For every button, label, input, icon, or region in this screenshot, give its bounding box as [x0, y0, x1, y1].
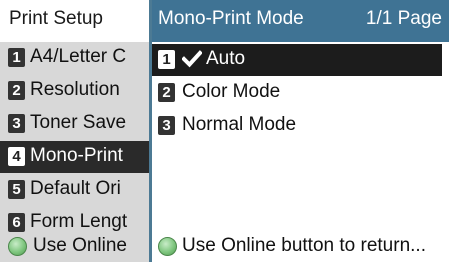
menu-item-label: Toner Save: [30, 112, 127, 133]
right-footer-text: Use Online button to return...: [182, 235, 426, 256]
mono-print-title: Mono-Print Mode: [158, 8, 304, 29]
option-number-badge: 3: [158, 116, 175, 135]
menu-item-label: Resolution: [30, 79, 120, 100]
print-setup-title: Print Setup: [9, 8, 103, 29]
left-footer-hint: Use Online: [0, 233, 149, 262]
menu-item-mono-print[interactable]: 4 Mono-Print: [0, 141, 149, 173]
print-setup-menu: Print Setup 1 A4/Letter C 2 Resolution 3…: [0, 0, 149, 262]
menu-item-label: Form Lengt: [30, 211, 128, 232]
item-number-badge: 3: [8, 114, 25, 133]
mono-print-mode-menu: Mono-Print Mode 1/1 Page 1 Auto 2 Color …: [152, 0, 449, 262]
online-button-icon: [158, 237, 177, 256]
menu-item-toner-save[interactable]: 3 Toner Save: [0, 108, 149, 140]
option-auto[interactable]: 1 Auto: [152, 44, 442, 76]
item-number-badge: 2: [8, 81, 25, 100]
option-label: Color Mode: [182, 81, 281, 102]
menu-item-default-orientation[interactable]: 5 Default Ori: [0, 174, 149, 206]
menu-item-a4-letter[interactable]: 1 A4/Letter C: [0, 42, 149, 74]
menu-item-label: A4/Letter C: [30, 46, 127, 67]
item-number-badge: 6: [8, 213, 25, 232]
option-number-badge: 1: [158, 50, 175, 69]
option-label: Normal Mode: [182, 114, 297, 135]
online-button-icon: [8, 237, 27, 256]
item-number-badge: 5: [8, 180, 25, 199]
printer-panel-screen: Print Setup 1 A4/Letter C 2 Resolution 3…: [0, 0, 449, 262]
option-label: Auto: [206, 48, 246, 69]
menu-item-label: Mono-Print: [30, 145, 123, 166]
item-number-badge: 1: [8, 48, 25, 67]
left-footer-text: Use Online: [33, 235, 127, 256]
check-icon: [182, 50, 202, 68]
menu-item-resolution[interactable]: 2 Resolution: [0, 75, 149, 107]
menu-item-label: Default Ori: [30, 178, 121, 199]
right-footer-hint: Use Online button to return...: [152, 233, 449, 262]
page-indicator: 1/1 Page: [365, 8, 442, 29]
print-setup-title-bar: Print Setup: [0, 0, 149, 42]
option-normal-mode[interactable]: 3 Normal Mode: [152, 110, 442, 142]
mono-print-title-bar: Mono-Print Mode 1/1 Page: [152, 0, 449, 42]
item-number-badge: 4: [8, 147, 25, 166]
option-color-mode[interactable]: 2 Color Mode: [152, 77, 442, 109]
option-number-badge: 2: [158, 83, 175, 102]
